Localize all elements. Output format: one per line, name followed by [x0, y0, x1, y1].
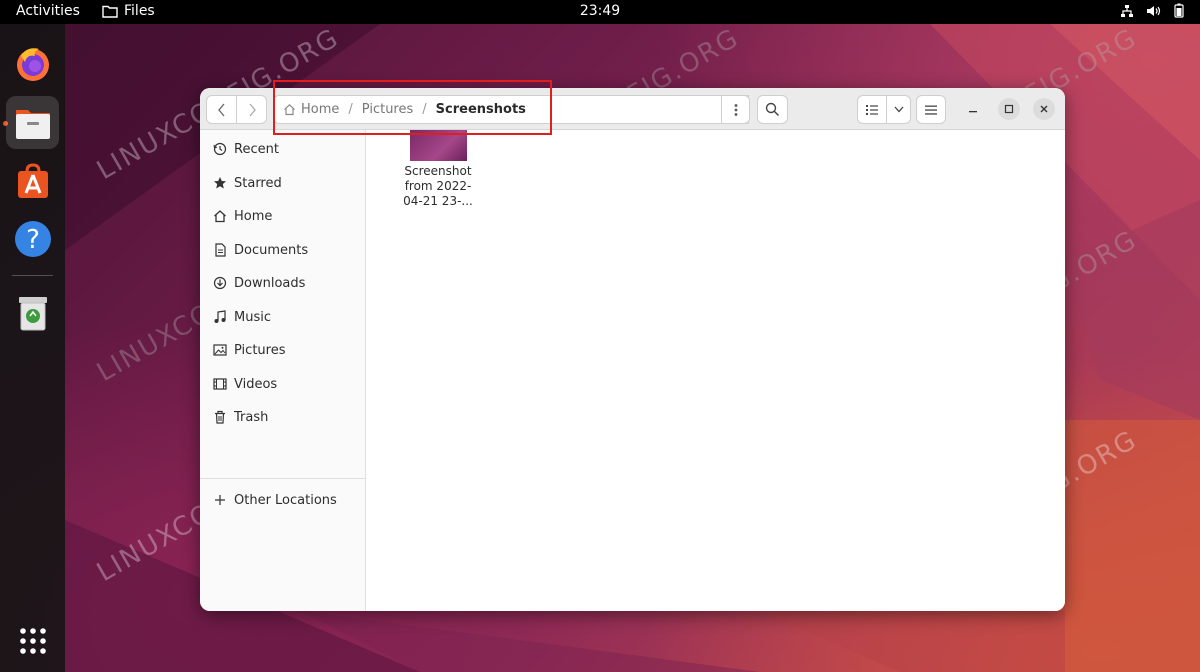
home-icon — [213, 209, 227, 223]
help-icon: ? — [14, 220, 51, 257]
trash-icon — [213, 410, 227, 424]
app-grid-icon — [19, 627, 46, 654]
crumb-label: Screenshots — [435, 102, 526, 117]
maximize-icon — [1004, 104, 1014, 114]
maximize-button[interactable] — [998, 98, 1020, 120]
hamburger-menu-icon — [925, 105, 937, 115]
app-name: Files — [124, 3, 155, 19]
folder-icon — [102, 5, 118, 18]
crumb-home[interactable]: Home — [283, 102, 339, 117]
sidebar-item-label: Other Locations — [234, 492, 337, 508]
view-list-button[interactable] — [857, 95, 887, 124]
header-bar: Home / Pictures / Screenshots — [200, 88, 1065, 130]
sidebar-item-pictures[interactable]: Pictures — [200, 335, 365, 365]
file-name-line: Screenshot — [404, 164, 472, 178]
path-separator: / — [422, 102, 427, 117]
dock-files[interactable] — [6, 96, 59, 149]
sidebar-item-label: Starred — [234, 175, 282, 191]
sidebar-item-other-locations[interactable]: Other Locations — [200, 485, 365, 515]
search-icon — [765, 102, 780, 117]
download-icon — [213, 276, 227, 290]
sidebar-item-label: Documents — [234, 242, 309, 258]
sidebar-item-home[interactable]: Home — [200, 201, 365, 231]
plus-icon — [213, 493, 227, 507]
clock-container: 23:49 — [0, 3, 1200, 19]
power-icon — [1174, 3, 1184, 18]
file-name-line: 04-21 23-... — [403, 194, 473, 208]
system-tray[interactable] — [1120, 3, 1184, 18]
sidebar-item-downloads[interactable]: Downloads — [200, 268, 365, 298]
file-name-line: from 2022- — [404, 179, 472, 193]
sidebar-item-documents[interactable]: Documents — [200, 235, 365, 265]
path-bar[interactable]: Home / Pictures / Screenshots — [273, 95, 749, 124]
star-icon — [213, 176, 227, 190]
list-view-icon — [866, 104, 878, 115]
path-separator: / — [348, 102, 353, 117]
sidebar-item-label: Pictures — [234, 342, 286, 358]
sidebar-item-music[interactable]: Music — [200, 302, 365, 332]
search-button[interactable] — [757, 95, 788, 124]
document-icon — [213, 243, 227, 257]
dock-separator — [12, 275, 53, 276]
firefox-icon — [16, 47, 49, 81]
sidebar-item-label: Downloads — [234, 275, 306, 291]
sidebar-item-label: Trash — [234, 409, 269, 425]
places-sidebar: Recent Starred Home Documents Downloads … — [200, 130, 366, 611]
sidebar-item-label: Recent — [234, 141, 279, 157]
path-menu-button[interactable] — [721, 95, 750, 124]
crumb-label: Home — [301, 102, 340, 117]
picture-icon — [213, 343, 227, 357]
sidebar-item-label: Videos — [234, 376, 278, 392]
dock: ? — [0, 24, 65, 672]
crumb-pictures[interactable]: Pictures — [362, 102, 413, 117]
file-view[interactable]: Screenshot from 2022- 04-21 23-... — [366, 130, 1065, 611]
sidebar-item-recent[interactable]: Recent — [200, 134, 365, 164]
music-icon — [213, 310, 227, 324]
chevron-down-icon — [894, 106, 903, 113]
sidebar-item-videos[interactable]: Videos — [200, 369, 365, 399]
sidebar-divider — [200, 478, 365, 479]
close-button[interactable] — [1033, 98, 1055, 120]
dock-trash[interactable] — [6, 286, 59, 339]
view-options-button[interactable] — [886, 95, 911, 124]
video-icon — [213, 377, 227, 391]
back-button[interactable] — [206, 95, 237, 124]
app-menu-button[interactable]: Files — [102, 3, 155, 19]
chevron-right-icon — [249, 103, 256, 116]
sidebar-item-trash[interactable]: Trash — [200, 402, 365, 432]
clock[interactable]: 23:49 — [580, 3, 620, 19]
file-thumbnail — [409, 130, 467, 161]
main-menu-button[interactable] — [916, 95, 946, 124]
dock-show-apps[interactable] — [6, 614, 59, 667]
files-icon — [15, 109, 50, 139]
more-vertical-icon — [734, 103, 737, 116]
software-icon — [17, 162, 48, 198]
network-icon — [1121, 4, 1133, 17]
files-window: Home / Pictures / Screenshots Recent Sta… — [200, 88, 1065, 611]
home-icon — [284, 103, 295, 116]
trash-icon — [18, 296, 47, 330]
top-bar: Activities Files 23:49 — [0, 0, 1200, 24]
activities-button[interactable]: Activities — [16, 3, 80, 19]
svg-text:?: ? — [26, 225, 40, 255]
minimize-button[interactable] — [962, 98, 984, 120]
clock-icon — [213, 142, 227, 156]
minimize-icon — [969, 111, 977, 113]
forward-button[interactable] — [236, 95, 267, 124]
crumb-screenshots[interactable]: Screenshots — [436, 102, 526, 117]
close-icon — [1040, 105, 1048, 113]
dock-software[interactable] — [6, 154, 59, 207]
chevron-left-icon — [217, 103, 224, 116]
dock-firefox[interactable] — [6, 37, 59, 90]
file-item[interactable]: Screenshot from 2022- 04-21 23-... — [396, 130, 480, 209]
sidebar-item-label: Home — [234, 208, 273, 224]
sidebar-item-label: Music — [234, 309, 271, 325]
sidebar-item-starred[interactable]: Starred — [200, 168, 365, 198]
dock-help[interactable]: ? — [6, 212, 59, 265]
crumb-label: Pictures — [361, 102, 414, 117]
volume-icon — [1147, 5, 1161, 16]
